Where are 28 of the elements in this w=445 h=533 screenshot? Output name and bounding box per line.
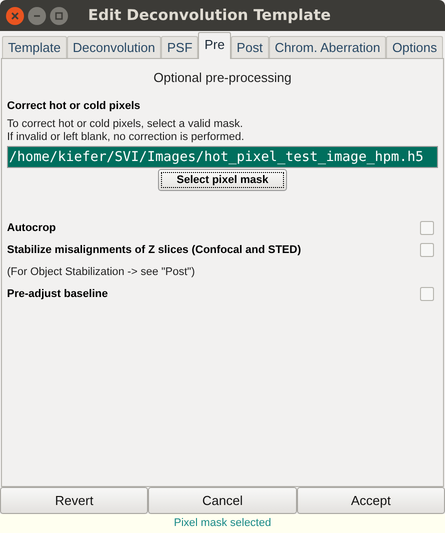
tab[interactable]: Template bbox=[2, 36, 67, 58]
tab[interactable]: Options bbox=[386, 36, 443, 58]
maximize-icon[interactable] bbox=[50, 6, 68, 24]
option-label: Stabilize misalignments of Z slices (Confocal and STED) bbox=[7, 242, 301, 258]
select-pixel-mask-button[interactable]: Select pixel mask bbox=[158, 169, 287, 191]
description-text: To correct hot or cold pixels, select a valid mask. bbox=[7, 118, 243, 131]
dialog-button[interactable]: Revert bbox=[0, 487, 148, 514]
note-text: (For Object Stabilization -> see "Post") bbox=[7, 264, 195, 280]
tab[interactable]: Chrom. Aberration bbox=[268, 36, 386, 58]
status-message: Pixel mask selected bbox=[174, 516, 272, 532]
checkbox[interactable] bbox=[420, 243, 434, 257]
checkbox[interactable] bbox=[420, 287, 434, 301]
panel-heading: Optional pre-processing bbox=[153, 69, 292, 87]
option-label: Autocrop bbox=[7, 220, 56, 236]
close-icon[interactable] bbox=[6, 6, 24, 24]
tab[interactable]: Pre bbox=[198, 32, 231, 59]
tab[interactable]: PSF bbox=[161, 36, 198, 58]
dialog-button[interactable]: Cancel bbox=[148, 487, 297, 514]
mask-path-field[interactable]: /home/kiefer/SVI/Images/hot_pixel_test_image_hpm.h5 bbox=[7, 146, 438, 168]
description-text: If invalid or left blank, no correction is performed. bbox=[7, 131, 244, 144]
window-title: Edit Deconvolution Template bbox=[88, 5, 331, 26]
section-title: Correct hot or cold pixels bbox=[7, 98, 140, 114]
tab[interactable]: Deconvolution bbox=[66, 36, 162, 58]
tab[interactable]: Post bbox=[230, 36, 269, 58]
checkbox[interactable] bbox=[420, 221, 434, 235]
minimize-icon[interactable] bbox=[28, 6, 46, 24]
option-label: Pre-adjust baseline bbox=[7, 286, 108, 302]
dialog-button[interactable]: Accept bbox=[296, 487, 445, 514]
